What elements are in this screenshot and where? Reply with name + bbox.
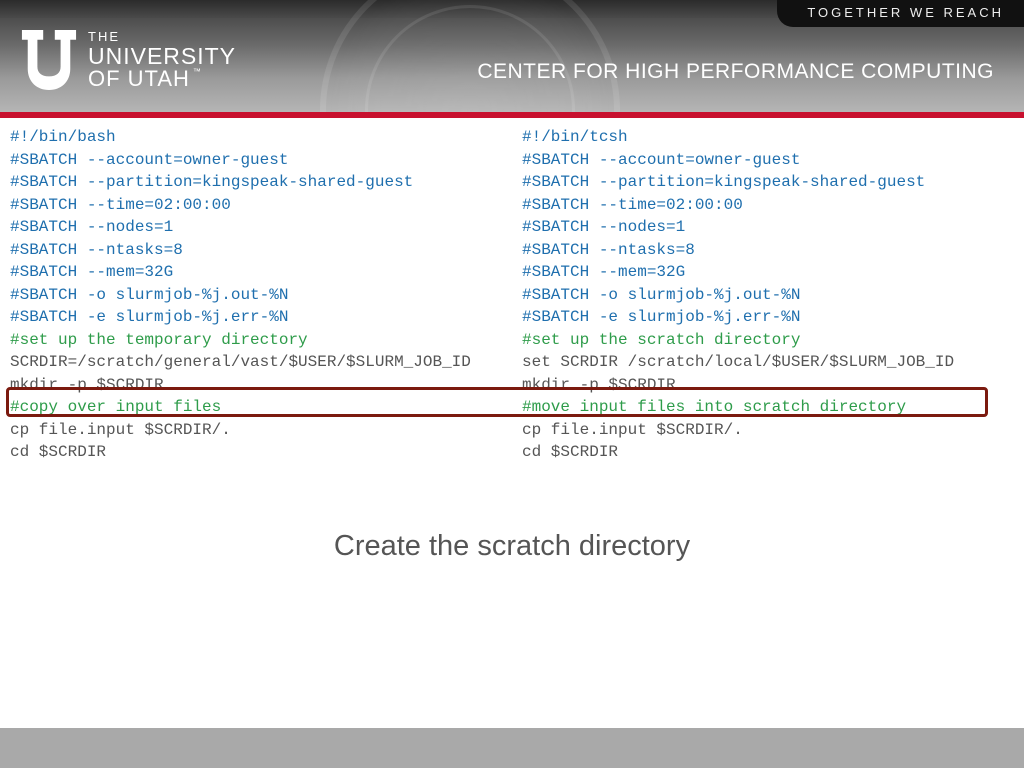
code-comment: #set up the scratch directory: [522, 331, 800, 349]
university-seal-watermark: [320, 0, 620, 112]
tcsh-script-column: #!/bin/tcsh #SBATCH --account=owner-gues…: [522, 126, 1014, 464]
code-line: #SBATCH --account=owner-guest: [522, 151, 800, 169]
code-line: #SBATCH --nodes=1: [522, 218, 685, 236]
code-line-highlighted: set SCRDIR /scratch/local/$USER/$SLURM_J…: [522, 353, 954, 371]
code-line: #!/bin/tcsh: [522, 128, 628, 146]
code-line: cd $SCRDIR: [522, 443, 618, 461]
university-wordmark: THE UNIVERSITY OF UTAH™: [88, 30, 236, 90]
code-line: #SBATCH --partition=kingspeak-shared-gue…: [522, 173, 925, 191]
code-line: #SBATCH --nodes=1: [10, 218, 173, 236]
header-banner: TOGETHER WE REACH THE UNIVERSITY OF UTAH…: [0, 0, 1024, 112]
code-comment: #move input files into scratch directory: [522, 398, 906, 416]
footer-bar: [0, 728, 1024, 768]
logo-text-the: THE: [88, 30, 236, 43]
code-line: #SBATCH --ntasks=8: [522, 241, 695, 259]
bash-script-column: #!/bin/bash #SBATCH --account=owner-gues…: [10, 126, 502, 464]
code-line: #SBATCH -e slurmjob-%j.err-%N: [522, 308, 800, 326]
code-line: mkdir -p $SCRDIR: [10, 376, 164, 394]
code-line: #SBATCH --mem=32G: [10, 263, 173, 281]
code-line: cp file.input $SCRDIR/.: [522, 421, 743, 439]
logo-text-ofutah: OF UTAH™: [88, 68, 236, 90]
code-line: #SBATCH --time=02:00:00: [10, 196, 231, 214]
code-line: cp file.input $SCRDIR/.: [10, 421, 231, 439]
code-line: #SBATCH -o slurmjob-%j.out-%N: [522, 286, 800, 304]
code-line: #!/bin/bash: [10, 128, 116, 146]
code-line-highlighted: SCRDIR=/scratch/general/vast/$USER/$SLUR…: [10, 353, 471, 371]
code-line: cd $SCRDIR: [10, 443, 106, 461]
code-line: mkdir -p $SCRDIR: [522, 376, 676, 394]
u-logo-icon: [20, 28, 78, 92]
code-comment: #set up the temporary directory: [10, 331, 308, 349]
code-comment: #copy over input files: [10, 398, 221, 416]
code-line: #SBATCH --mem=32G: [522, 263, 685, 281]
code-line: #SBATCH --ntasks=8: [10, 241, 183, 259]
code-line: #SBATCH -e slurmjob-%j.err-%N: [10, 308, 288, 326]
logo-text-university: UNIVERSITY: [88, 45, 236, 68]
center-title: CENTER FOR HIGH PERFORMANCE COMPUTING: [477, 60, 994, 84]
code-line: #SBATCH --time=02:00:00: [522, 196, 743, 214]
slide-caption: Create the scratch directory: [0, 530, 1024, 563]
tagline-tab: TOGETHER WE REACH: [777, 0, 1024, 27]
code-line: #SBATCH --partition=kingspeak-shared-gue…: [10, 173, 413, 191]
code-columns: #!/bin/bash #SBATCH --account=owner-gues…: [0, 118, 1024, 464]
code-line: #SBATCH -o slurmjob-%j.out-%N: [10, 286, 288, 304]
university-logo: THE UNIVERSITY OF UTAH™: [20, 28, 236, 92]
code-line: #SBATCH --account=owner-guest: [10, 151, 288, 169]
